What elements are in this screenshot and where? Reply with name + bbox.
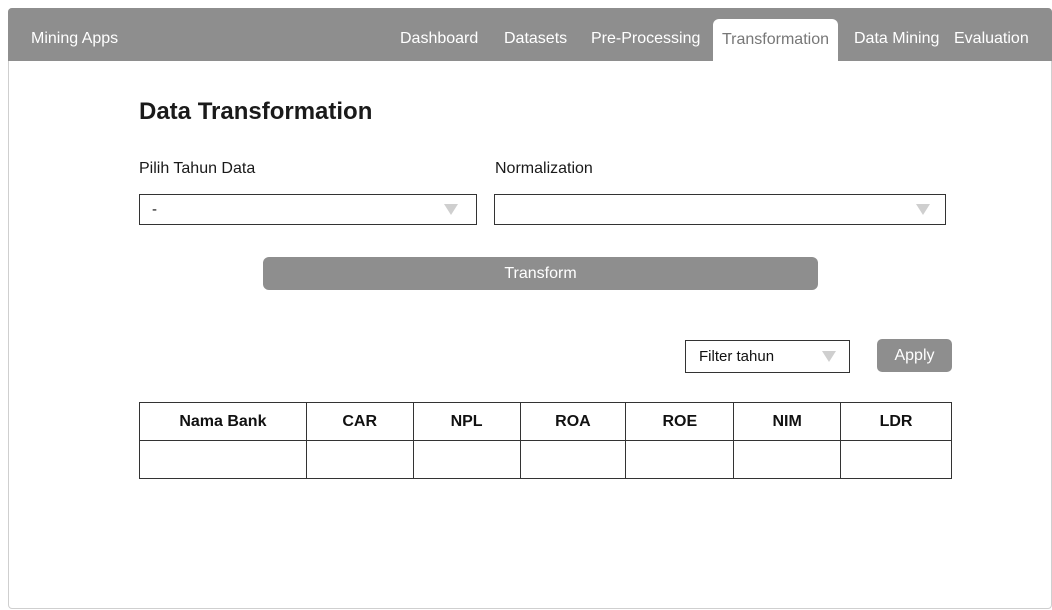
col-header-nama-bank: Nama Bank (139, 402, 307, 441)
table-row (139, 440, 952, 479)
filter-year-select[interactable]: Filter tahun (685, 340, 850, 373)
nav-pre-processing[interactable]: Pre-Processing (591, 30, 700, 48)
nav-data-mining[interactable]: Data Mining (854, 30, 939, 48)
year-select[interactable]: - (139, 194, 477, 225)
table-cell (519, 440, 627, 479)
nav-datasets[interactable]: Datasets (504, 30, 567, 48)
col-header-roa: ROA (519, 402, 627, 441)
table-cell (412, 440, 521, 479)
col-header-nim: NIM (733, 402, 842, 441)
nav-transformation[interactable]: Transformation (713, 19, 838, 61)
col-header-npl: NPL (412, 402, 521, 441)
bank-ratio-table: Nama Bank CAR NPL ROA ROE NIM LDR (139, 402, 952, 479)
normalization-select[interactable] (494, 194, 946, 225)
table-cell (840, 440, 952, 479)
year-label: Pilih Tahun Data (139, 160, 256, 177)
apply-button[interactable]: Apply (877, 339, 952, 372)
chevron-down-icon (822, 351, 836, 362)
chevron-down-icon (916, 204, 930, 215)
table-cell (305, 440, 414, 479)
col-header-roe: ROE (625, 402, 735, 441)
normalization-label: Normalization (495, 160, 593, 177)
year-select-value: - (152, 201, 157, 218)
table-cell (625, 440, 735, 479)
filter-year-placeholder: Filter tahun (699, 348, 775, 365)
nav-dashboard[interactable]: Dashboard (400, 30, 478, 48)
nav-evaluation[interactable]: Evaluation (954, 30, 1029, 48)
transform-button[interactable]: Transform (263, 257, 818, 290)
brand-title[interactable]: Mining Apps (31, 30, 118, 48)
col-header-ldr: LDR (840, 402, 952, 441)
chevron-down-icon (444, 204, 458, 215)
top-navbar: Mining Apps Dashboard Datasets Pre-Proce… (8, 8, 1052, 61)
page-title: Data Transformation (139, 98, 373, 125)
table-cell (733, 440, 842, 479)
table-cell (139, 440, 307, 479)
table-header-row: Nama Bank CAR NPL ROA ROE NIM LDR (139, 402, 952, 441)
col-header-car: CAR (305, 402, 414, 441)
